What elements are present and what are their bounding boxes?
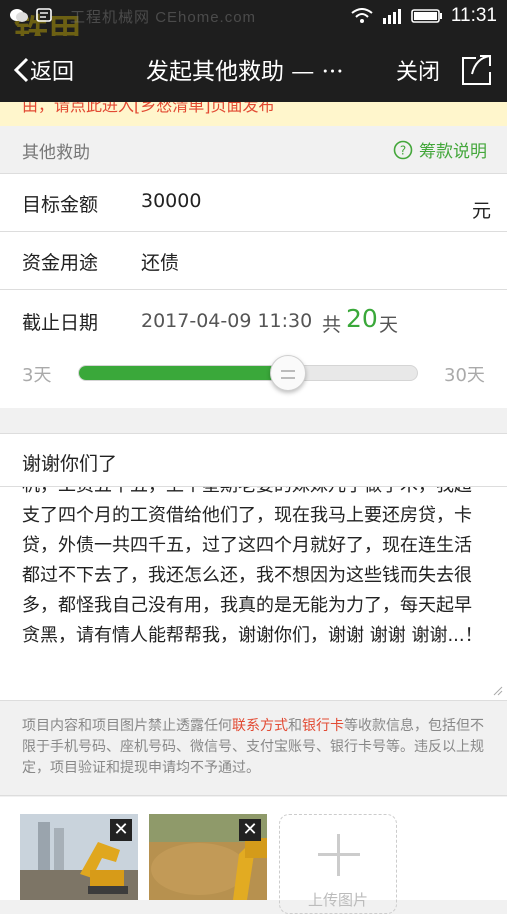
- back-button[interactable]: 返回: [12, 54, 74, 86]
- page-title: 发起其他救助 — ···: [146, 59, 344, 85]
- chevron-left-icon: [13, 57, 29, 83]
- battery-icon: [411, 9, 442, 23]
- delete-photo-1-button[interactable]: ✕: [110, 819, 132, 841]
- status-icons-right: 11:31: [351, 5, 497, 27]
- bankcard-highlight: 银行卡: [302, 718, 344, 734]
- status-time: 11:31: [450, 5, 497, 26]
- chat-bubble-icon: [10, 9, 28, 22]
- watermark-text: 工程机械网 CEhome.com: [70, 9, 257, 26]
- question-circle-icon: ?: [393, 140, 413, 159]
- section-header: 其他救助 ? 筹款说明: [0, 126, 507, 174]
- status-bar: 铁甲 工程机械网 CEhome.com 11:31: [0, 0, 507, 51]
- photo-section: ✕ ✕ 上传图片: [0, 797, 507, 914]
- signal-icon: [382, 9, 401, 24]
- days-unit: 天: [379, 314, 399, 336]
- deadline-date: 2017-04-09 11:30: [141, 310, 313, 332]
- deadline-label: 截止日期: [22, 312, 99, 334]
- total-prefix: 共: [322, 314, 342, 336]
- deadline-row: 截止日期 2017-04-09 11:30 共 20 天: [0, 290, 507, 408]
- share-icon[interactable]: [458, 50, 496, 88]
- fund-purpose-input[interactable]: 还债: [141, 248, 179, 275]
- resize-handle-icon[interactable]: [493, 686, 503, 696]
- notice-banner[interactable]: 由，请点此进入[乡愁清单]页面发布: [0, 102, 507, 126]
- nav-bar: 返回 发起其他救助 — ··· 关闭: [0, 36, 507, 102]
- target-amount-input[interactable]: 30000: [141, 190, 201, 212]
- section-gap: [0, 408, 507, 434]
- status-icons-left: [10, 8, 52, 24]
- fund-purpose-row: 资金用途 还债: [0, 232, 507, 290]
- contact-highlight: 联系方式: [232, 718, 288, 734]
- upload-photo-button[interactable]: 上传图片: [279, 814, 397, 914]
- banner-text: 由，请点此进入[乡愁清单]页面发布: [22, 102, 275, 115]
- total-days: 20: [346, 304, 378, 333]
- notice-text: 项目内容和项目图片禁止透露任何联系方式和银行卡等收款信息，包括但不限于手机号码、…: [22, 718, 484, 776]
- svg-text:?: ?: [400, 143, 406, 157]
- story-body: 机，工资五千五，上个星期老婆的妹妹儿子做手术，我超支了四个月的工资借给他们了，现…: [22, 487, 483, 646]
- story-title-input[interactable]: 谢谢你们了: [22, 449, 117, 476]
- fund-purpose-label: 资金用途: [22, 252, 99, 274]
- photo-thumbnail-2[interactable]: ✕: [149, 814, 267, 900]
- back-label: 返回: [30, 60, 75, 85]
- fundraising-help-link[interactable]: ? 筹款说明: [393, 137, 487, 162]
- delete-photo-2-button[interactable]: ✕: [239, 819, 261, 841]
- story-textarea[interactable]: 机，工资五千五，上个星期老婆的妹妹儿子做手术，我超支了四个月的工资借给他们了，现…: [0, 487, 507, 701]
- deadline-slider[interactable]: [78, 365, 418, 381]
- story-title-row: 谢谢你们了: [0, 434, 507, 487]
- wifi-icon: [351, 8, 373, 23]
- close-button[interactable]: 关闭: [396, 54, 440, 86]
- target-amount-row: 目标金额 30000 元: [0, 174, 507, 232]
- message-icon: [36, 8, 52, 22]
- target-amount-label: 目标金额: [22, 194, 99, 216]
- slider-fill: [79, 366, 290, 380]
- photo-thumbnail-1[interactable]: ✕: [20, 814, 138, 900]
- content-rules-notice: 项目内容和项目图片禁止透露任何联系方式和银行卡等收款信息，包括但不限于手机号码、…: [0, 702, 507, 796]
- help-label: 筹款说明: [419, 142, 487, 162]
- amount-unit: 元: [472, 200, 492, 222]
- slider-max-label: 30天: [444, 365, 485, 386]
- slider-min-label: 3天: [22, 365, 52, 386]
- section-label: 其他救助: [22, 143, 90, 163]
